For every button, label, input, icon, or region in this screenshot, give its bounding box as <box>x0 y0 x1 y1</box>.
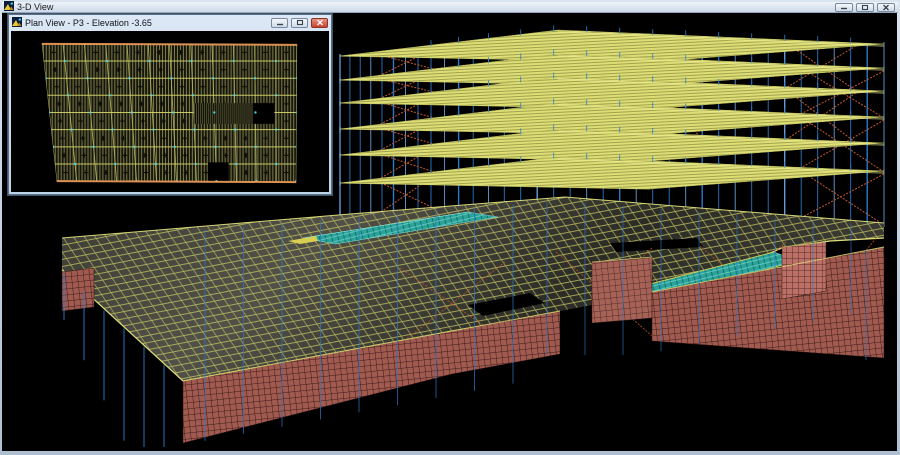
plan-view-canvas[interactable] <box>11 31 329 192</box>
model-view-icon <box>12 14 22 32</box>
minimize-button[interactable] <box>835 3 853 12</box>
client-area-3d: Plan View - P3 - Elevation -3.65 <box>2 13 897 451</box>
window-plan-view[interactable]: Plan View - P3 - Elevation -3.65 <box>8 14 332 195</box>
titlebar-3d-view[interactable]: 3-D View <box>2 2 898 13</box>
restore-button[interactable] <box>856 3 874 12</box>
plan-minimize-button[interactable] <box>271 18 288 28</box>
window-3d-view: 3-D View <box>0 0 900 455</box>
plan-restore-button[interactable] <box>291 18 308 28</box>
plan-client-area <box>11 31 329 192</box>
plan-window-title: Plan View - P3 - Elevation -3.65 <box>25 18 268 28</box>
window-title: 3-D View <box>17 3 832 12</box>
plan-close-button[interactable] <box>311 18 328 28</box>
titlebar-plan-view[interactable]: Plan View - P3 - Elevation -3.65 <box>9 15 331 30</box>
close-button[interactable] <box>877 3 895 12</box>
